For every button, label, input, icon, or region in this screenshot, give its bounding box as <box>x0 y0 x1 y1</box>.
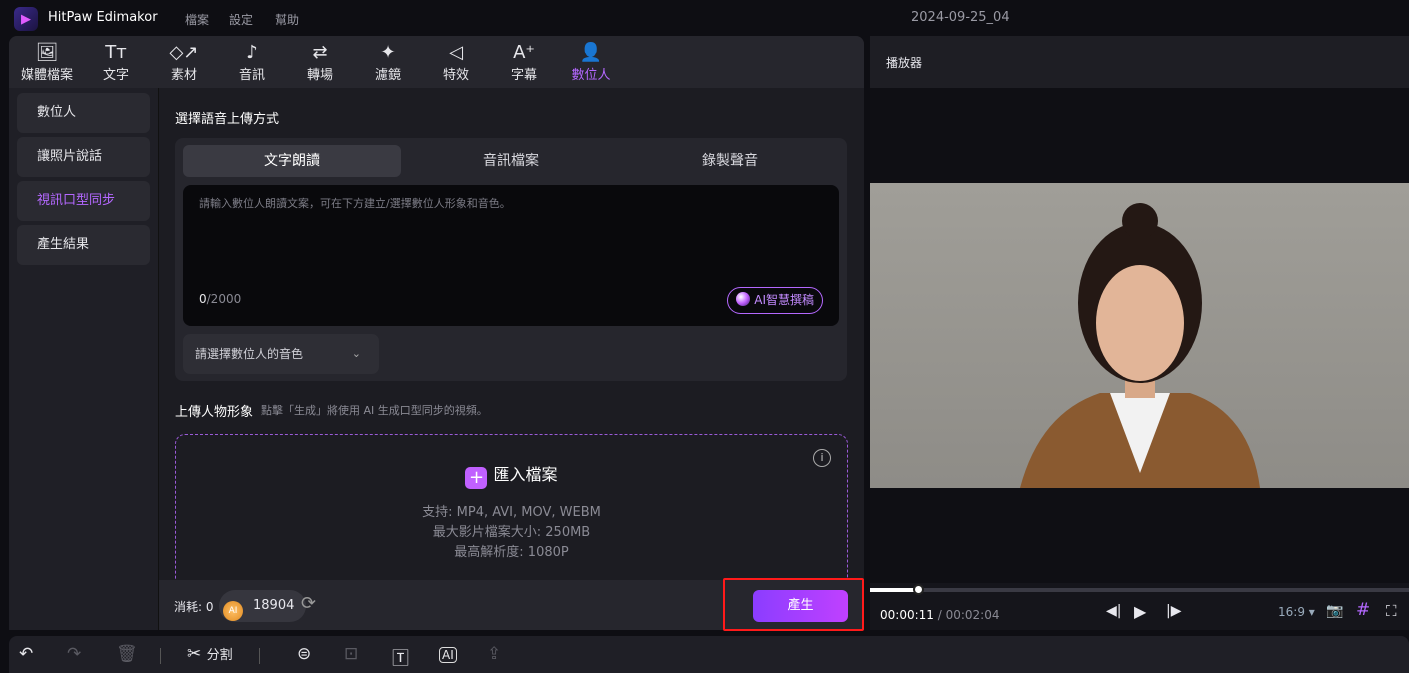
player-header: 播放器 <box>870 36 1409 88</box>
title-bar: ▶ HitPaw Edimakor 檔案 設定 幫助 2024-09-25_04 <box>0 0 1409 36</box>
nav-subtitle[interactable]: A⁺ 字幕 <box>492 42 556 83</box>
filter-icon: ✦ <box>380 42 396 63</box>
effects-icon: ◁ <box>449 42 463 63</box>
text-box-icon[interactable]: 🅃 <box>392 644 409 669</box>
tab-text-to-speech[interactable]: 文字朗讀 <box>183 145 401 177</box>
nav-transition[interactable]: ⇄ 轉場 <box>288 42 352 83</box>
text-insert-icon[interactable]: ⊡ <box>344 644 358 664</box>
portrait-image <box>1020 203 1260 488</box>
seek-bar[interactable] <box>870 584 1409 595</box>
supported-formats: 支持: MP4, AVI, MOV, WEBM <box>422 505 601 520</box>
player-title: 播放器 <box>886 56 923 70</box>
bottom-toolbar: ↶ ↷ 🗑 ✂ 分割 ⊜ ⊡ 🅃 AI ⇪ <box>9 636 1409 673</box>
menu-help[interactable]: 幫助 <box>275 11 299 28</box>
nav-audio[interactable]: ♪ 音訊 <box>220 42 284 83</box>
player-panel: 播放器 00:00:11 / 00:02:04 ◀| ▶ |▶ 16:9 ▾ 📷… <box>870 36 1409 630</box>
seek-progress <box>870 588 918 592</box>
preview-image <box>870 183 1409 488</box>
ai-write-button[interactable]: AI智慧撰稿 <box>727 287 823 314</box>
upload-hint: 點擊「生成」將使用 AI 生成口型同步的視頻。 <box>261 404 488 417</box>
undo-icon[interactable]: ↶ <box>19 644 33 664</box>
scissors-icon: ✂ <box>187 644 202 664</box>
avatar-icon: 👤 <box>579 42 603 63</box>
document-title: 2024-09-25_04 <box>911 10 1010 25</box>
info-icon[interactable]: i <box>813 449 831 467</box>
fullscreen-icon[interactable]: ⛶ <box>1386 602 1397 620</box>
tab-audio-file[interactable]: 音訊檔案 <box>402 145 620 177</box>
divider <box>160 648 161 664</box>
voice-card: 文字朗讀 音訊檔案 錄製聲音 請輸入數位人朗讀文案，可在下方建立/選擇數位人形象… <box>175 138 847 381</box>
redo-icon[interactable]: ↷ <box>67 644 81 664</box>
menu-settings[interactable]: 設定 <box>229 11 253 28</box>
section-title-upload: 上傳人物形象 <box>175 405 254 420</box>
ai-coin-icon: AI <box>223 601 243 621</box>
credits-badge: AI 18904 <box>219 590 307 622</box>
split-button[interactable]: ✂ 分割 <box>187 644 233 664</box>
transition-icon: ⇄ <box>312 42 328 63</box>
nav-filter[interactable]: ✦ 濾鏡 <box>356 42 420 83</box>
ai-orb-icon <box>736 292 751 306</box>
char-count: 0/2000 <box>199 292 242 306</box>
seek-handle[interactable] <box>912 584 924 595</box>
delete-icon[interactable]: 🗑 <box>116 644 138 664</box>
cost-label: 消耗: 0 <box>174 600 214 614</box>
voice-select[interactable]: 請選擇數位人的音色 ⌄ <box>183 334 379 374</box>
music-icon: ♪ <box>246 42 258 63</box>
menu-file[interactable]: 檔案 <box>185 11 209 28</box>
nav-media[interactable]: 🖼 媒體檔案 <box>15 42 79 83</box>
caption-icon[interactable]: ⊜ <box>297 644 311 664</box>
nav-effects[interactable]: ◁ 特效 <box>424 42 488 83</box>
top-nav: 🖼 媒體檔案 Tт 文字 ◇↗ 素材 ♪ 音訊 ⇄ 轉場 ✦ 濾鏡 ◁ 特效 A⁺ 字幕 👤 數位… <box>9 36 864 88</box>
tab-record[interactable]: 錄製聲音 <box>621 145 839 177</box>
aspect-ratio-select[interactable]: 16:9 ▾ <box>1278 605 1315 619</box>
sidebar-item-results[interactable]: 產生結果 <box>17 225 150 265</box>
chevron-down-icon: ⌄ <box>351 347 361 360</box>
section-title-voice: 選擇語音上傳方式 <box>175 112 280 127</box>
sidebar-item-digital-human[interactable]: 數位人 <box>17 93 150 133</box>
nav-digital-human[interactable]: 👤 數位人 <box>559 42 623 83</box>
left-panel: 🖼 媒體檔案 Tт 文字 ◇↗ 素材 ♪ 音訊 ⇄ 轉場 ✦ 濾鏡 ◁ 特效 A⁺ 字幕 👤 數位… <box>9 36 864 630</box>
media-icon: 🖼 <box>35 42 59 63</box>
plus-icon: + <box>465 467 488 489</box>
video-preview <box>870 88 1409 583</box>
import-button[interactable]: + 匯入檔案 <box>176 461 847 489</box>
next-frame-icon[interactable]: |▶ <box>1166 603 1181 619</box>
max-resolution: 最高解析度: 1080P <box>454 545 569 560</box>
prev-frame-icon[interactable]: ◀| <box>1106 603 1121 619</box>
sidebar-item-lip-sync[interactable]: 視訊口型同步 <box>17 181 150 221</box>
nav-text[interactable]: Tт 文字 <box>84 42 148 83</box>
divider <box>259 648 260 664</box>
main-content: 選擇語音上傳方式 文字朗讀 音訊檔案 錄製聲音 請輸入數位人朗讀文案，可在下方建… <box>159 88 864 630</box>
script-textarea[interactable]: 請輸入數位人朗讀文案，可在下方建立/選擇數位人形象和音色。 0/2000 AI智… <box>183 185 839 326</box>
app-logo: ▶ <box>14 7 38 31</box>
elements-icon: ◇↗ <box>169 42 199 63</box>
grid-icon[interactable]: # <box>1356 600 1370 620</box>
play-icon[interactable]: ▶ <box>1134 602 1146 621</box>
app-name: HitPaw Edimakor <box>48 10 158 25</box>
time-display: 00:00:11 / 00:02:04 <box>880 608 1000 622</box>
max-size: 最大影片檔案大小: 250MB <box>432 525 591 540</box>
export-icon[interactable]: ⇪ <box>487 644 501 664</box>
nav-elements[interactable]: ◇↗ 素材 <box>152 42 216 83</box>
sidebar-item-talking-photo[interactable]: 讓照片說話 <box>17 137 150 177</box>
script-placeholder: 請輸入數位人朗讀文案，可在下方建立/選擇數位人形象和音色。 <box>199 197 511 210</box>
sidebar: 數位人 讓照片說話 視訊口型同步 產生結果 <box>9 88 159 630</box>
highlight-box <box>723 578 864 631</box>
snapshot-icon[interactable]: 📷 <box>1326 603 1343 619</box>
text-icon: Tт <box>105 42 127 63</box>
refresh-icon[interactable]: ⟳ <box>301 593 316 614</box>
subtitle-icon: A⁺ <box>513 42 535 63</box>
ai-caption-icon[interactable]: AI <box>439 647 457 663</box>
